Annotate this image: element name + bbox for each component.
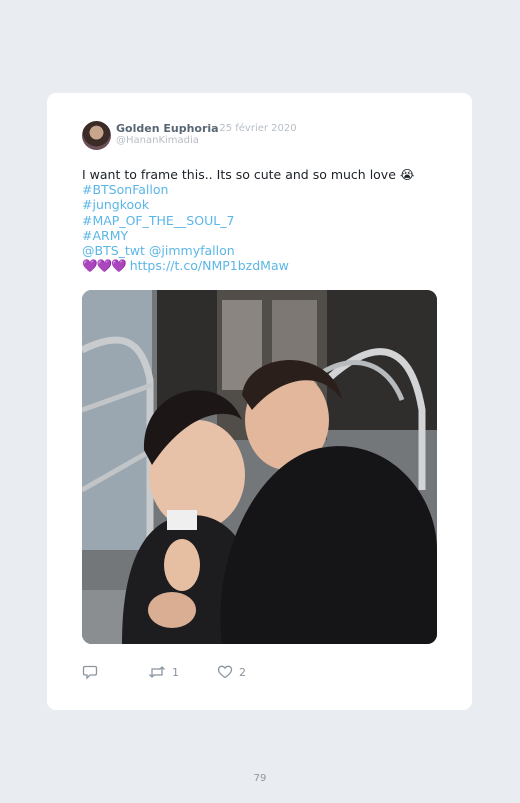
hashtag-link[interactable]: #jungkook <box>82 197 442 212</box>
tweet-text: I want to frame this.. Its so cute and s… <box>82 167 442 273</box>
link-line: 💜💜💜 https://t.co/NMP1bzdMaw <box>82 258 442 273</box>
hashtag-link[interactable]: #ARMY <box>82 228 442 243</box>
tweet-card: Golden Euphoria · 25 février 2020 @Hanan… <box>47 93 472 710</box>
tweet-text-content: I want to frame this.. Its so cute and s… <box>82 167 396 182</box>
mention-link[interactable]: @jimmyfallon <box>149 243 235 258</box>
hashtag-link[interactable]: #MAP_OF_THE__SOUL_7 <box>82 213 442 228</box>
photo-illustration <box>82 290 437 644</box>
crying-emoji: 😭 <box>399 167 415 182</box>
reply-button[interactable] <box>82 664 98 680</box>
tweet-actions: 1 2 <box>82 664 442 682</box>
mention-link[interactable]: @BTS_twt <box>82 243 145 258</box>
like-button[interactable]: 2 <box>217 664 246 680</box>
tweet-photo[interactable] <box>82 290 437 644</box>
hashtag-link[interactable]: #BTSonFallon <box>82 182 442 197</box>
avatar[interactable] <box>82 121 111 150</box>
page-number: 79 <box>253 773 267 784</box>
tweet-text-line: I want to frame this.. Its so cute and s… <box>82 167 442 182</box>
retweet-count: 1 <box>172 665 179 679</box>
display-name[interactable]: Golden Euphoria <box>116 122 219 135</box>
reply-icon <box>82 665 98 680</box>
retweet-button[interactable]: 1 <box>148 664 179 680</box>
retweet-icon <box>149 666 165 678</box>
tweet-url-link[interactable]: https://t.co/NMP1bzdMaw <box>130 258 289 273</box>
mentions-line: @BTS_twt @jimmyfallon <box>82 243 442 258</box>
user-handle[interactable]: @HananKimadia <box>116 135 199 146</box>
heart-icon <box>217 665 233 679</box>
tweet-date[interactable]: · 25 février 2020 <box>213 123 297 134</box>
like-count: 2 <box>239 665 246 679</box>
purple-hearts-emoji: 💜💜💜 <box>82 258 127 274</box>
